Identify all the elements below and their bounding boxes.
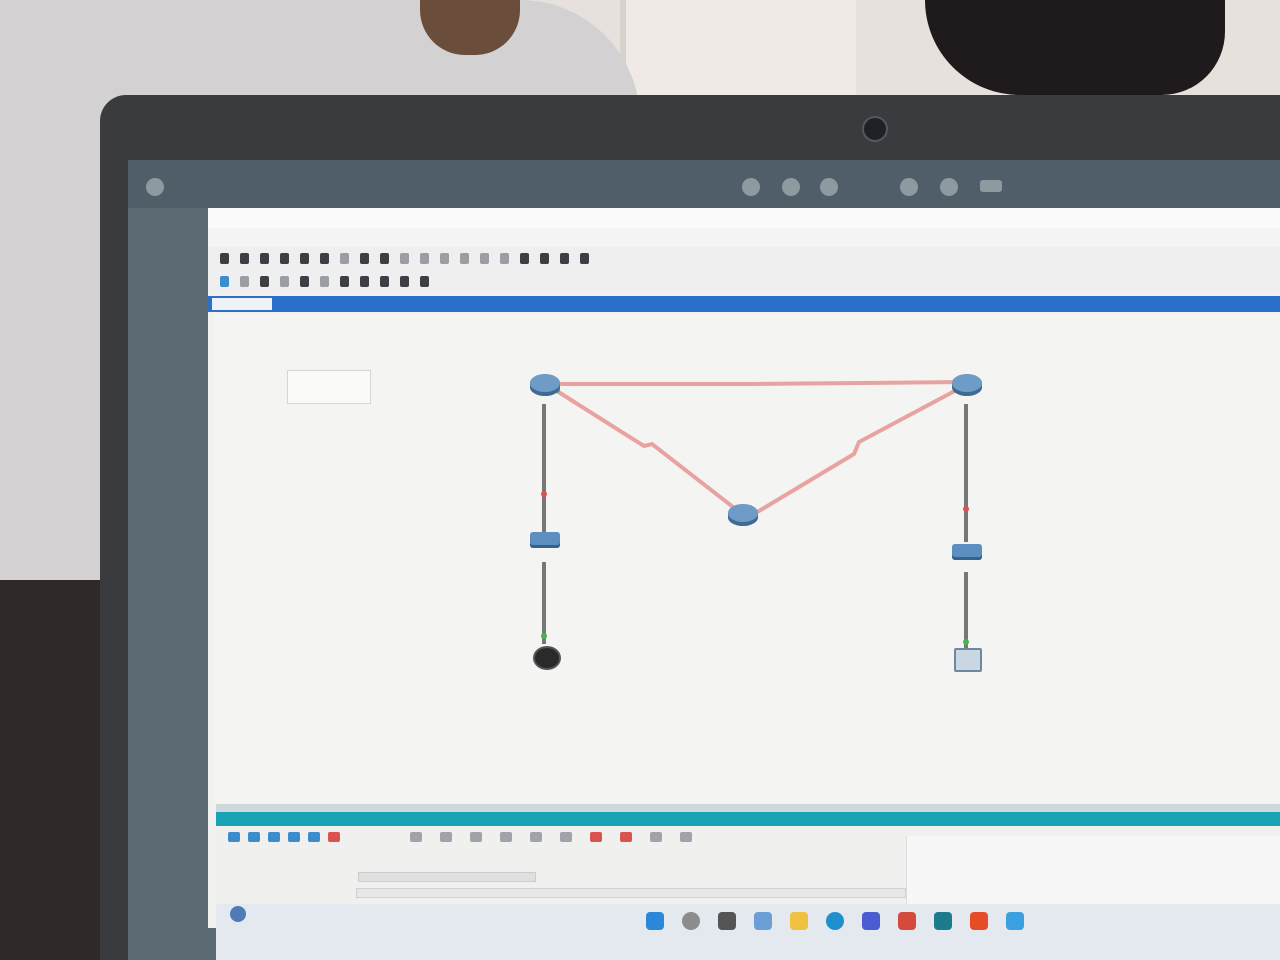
settings-icon[interactable]	[742, 178, 760, 196]
copy-icon[interactable]	[340, 252, 349, 264]
app-menu-icon[interactable]	[146, 178, 164, 196]
link-router-left-right	[549, 380, 965, 386]
routers-category-icon[interactable]	[228, 832, 240, 842]
edge-browser-icon[interactable]	[826, 912, 844, 930]
device-model-field	[358, 872, 536, 882]
background-window	[620, 0, 856, 110]
widgets-icon[interactable]	[230, 906, 246, 922]
switch-right[interactable]	[952, 544, 982, 560]
app-title-bar	[208, 208, 1280, 228]
port-status-light	[541, 491, 547, 497]
battery-icon	[820, 178, 838, 196]
new-file-icon[interactable]	[220, 252, 229, 264]
wizard-icon[interactable]	[320, 252, 329, 264]
pc-right[interactable]	[954, 648, 982, 672]
inspect-icon[interactable]	[240, 275, 249, 287]
pdu-icon[interactable]	[560, 252, 569, 264]
add-complex-pdu-icon[interactable]	[420, 275, 429, 287]
port-status-light	[541, 633, 547, 639]
workspace-note[interactable]	[287, 370, 371, 404]
wireless-category-icon[interactable]	[288, 832, 300, 842]
viewport-icon[interactable]	[540, 252, 549, 264]
switch-left[interactable]	[530, 532, 560, 548]
draw-rectangle-icon[interactable]	[340, 275, 349, 287]
webcam-icon	[862, 116, 888, 142]
draw-ellipse-icon[interactable]	[360, 275, 369, 287]
switches-category-icon[interactable]	[248, 832, 260, 842]
zoom-in-icon[interactable]	[420, 252, 429, 264]
pc-left[interactable]	[533, 646, 561, 670]
cluster-icon[interactable]	[520, 252, 529, 264]
router-left[interactable]	[530, 374, 560, 396]
paste-icon[interactable]	[360, 252, 369, 264]
print-icon[interactable]	[300, 252, 309, 264]
port-status-light	[963, 639, 969, 645]
undo-icon[interactable]	[380, 252, 389, 264]
delete-icon[interactable]	[260, 275, 269, 287]
octal-cable-icon[interactable]	[650, 832, 662, 842]
search-icon[interactable]	[682, 912, 700, 930]
office-icon[interactable]	[970, 912, 988, 930]
connection-types-bar	[410, 832, 692, 842]
link-router-left-center	[547, 384, 744, 516]
router-center[interactable]	[728, 504, 758, 526]
zoom-out-icon[interactable]	[460, 252, 469, 264]
note-icon[interactable]	[300, 275, 309, 287]
zoom-reset-icon[interactable]	[440, 252, 449, 264]
activity-icon[interactable]	[580, 252, 589, 264]
drawing-palette-icon[interactable]	[480, 252, 489, 264]
hubs-category-icon[interactable]	[268, 832, 280, 842]
horizontal-scrollbar[interactable]	[216, 804, 1280, 812]
fiber-cable-icon[interactable]	[530, 832, 542, 842]
app-icon[interactable]	[1006, 912, 1024, 930]
device-category-bar	[228, 832, 340, 842]
person-head-right	[925, 0, 1225, 95]
menu-bar	[208, 228, 1280, 246]
console-cable-icon[interactable]	[440, 832, 452, 842]
main-toolbar	[208, 247, 1280, 269]
save-icon[interactable]	[260, 252, 269, 264]
maximize-icon[interactable]	[940, 178, 958, 196]
file-explorer-icon[interactable]	[790, 912, 808, 930]
add-simple-pdu-icon[interactable]	[400, 275, 409, 287]
usb-cable-icon[interactable]	[680, 832, 692, 842]
packet-tracer-taskbar-icon[interactable]	[934, 912, 952, 930]
straight-cable-icon[interactable]	[470, 832, 482, 842]
chat-icon[interactable]	[754, 912, 772, 930]
task-view-icon[interactable]	[718, 912, 736, 930]
store-icon[interactable]	[862, 912, 880, 930]
save-as-icon[interactable]	[280, 252, 289, 264]
crossover-cable-icon[interactable]	[500, 832, 512, 842]
redo-icon[interactable]	[400, 252, 409, 264]
resize-icon[interactable]	[280, 275, 289, 287]
realtime-bar	[216, 812, 1280, 826]
tools-toolbar	[208, 270, 1280, 292]
custom-device-icon[interactable]	[500, 252, 509, 264]
connections-category-icon[interactable]	[328, 832, 340, 842]
security-category-icon[interactable]	[308, 832, 320, 842]
open-file-icon[interactable]	[240, 252, 249, 264]
draw-line-icon[interactable]	[320, 275, 329, 287]
help-icon[interactable]	[782, 178, 800, 196]
topology-links	[541, 380, 969, 649]
serial-dce-cable-icon[interactable]	[590, 832, 602, 842]
serial-dte-cable-icon[interactable]	[620, 832, 632, 842]
workspace-bar	[208, 296, 1280, 312]
link-router-right-center	[752, 384, 965, 516]
close-icon[interactable]	[980, 180, 1002, 192]
phone-cable-icon[interactable]	[560, 832, 572, 842]
start-icon[interactable]	[646, 912, 664, 930]
mail-icon[interactable]	[898, 912, 916, 930]
device-description-field	[356, 888, 906, 898]
tab-logical[interactable]	[212, 298, 272, 310]
os-titlebar	[128, 160, 1280, 208]
router-right[interactable]	[952, 374, 982, 396]
auto-connection-icon[interactable]	[410, 832, 422, 842]
select-tool-icon[interactable]	[220, 275, 229, 287]
minimize-icon[interactable]	[900, 178, 918, 196]
port-status-light	[963, 506, 969, 512]
draw-freeform-icon[interactable]	[380, 275, 389, 287]
taskbar-apps	[646, 912, 1024, 930]
